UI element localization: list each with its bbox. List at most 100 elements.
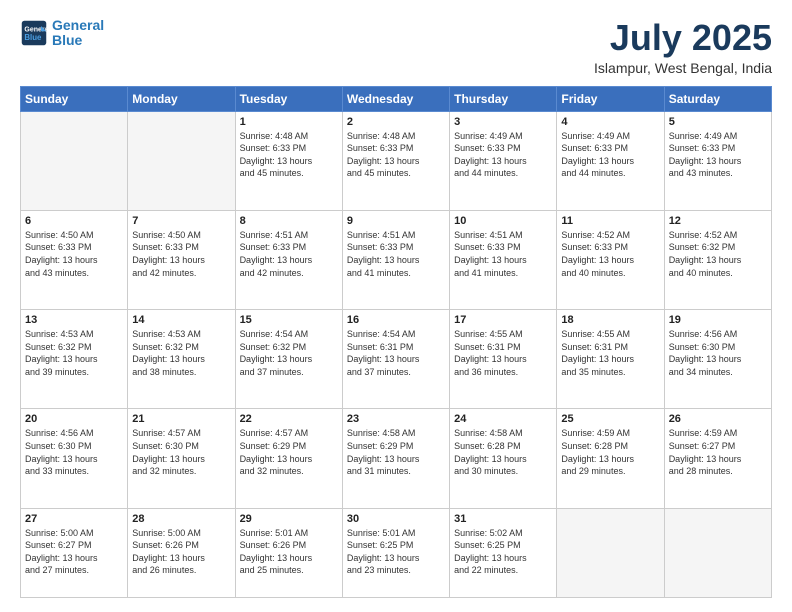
day-number: 1 bbox=[240, 116, 338, 128]
day-number: 30 bbox=[347, 513, 445, 525]
day-detail: Sunrise: 4:58 AM Sunset: 6:28 PM Dayligh… bbox=[454, 427, 552, 477]
calendar-table: SundayMondayTuesdayWednesdayThursdayFrid… bbox=[20, 86, 772, 598]
day-detail: Sunrise: 4:57 AM Sunset: 6:30 PM Dayligh… bbox=[132, 427, 230, 477]
day-detail: Sunrise: 4:59 AM Sunset: 6:28 PM Dayligh… bbox=[561, 427, 659, 477]
empty-cell bbox=[557, 508, 664, 597]
week-row-3: 13Sunrise: 4:53 AM Sunset: 6:32 PM Dayli… bbox=[21, 310, 772, 409]
day-number: 17 bbox=[454, 314, 552, 326]
day-number: 8 bbox=[240, 215, 338, 227]
day-number: 9 bbox=[347, 215, 445, 227]
day-detail: Sunrise: 5:02 AM Sunset: 6:25 PM Dayligh… bbox=[454, 527, 552, 577]
day-cell-17: 17 Sunrise: 4:55 AM Sunset: 6:31 PM Dayli… bbox=[450, 310, 557, 409]
day-cell-29: 29 Sunrise: 5:01 AM Sunset: 6:26 PM Dayli… bbox=[235, 508, 342, 597]
day-number: 16 bbox=[347, 314, 445, 326]
day-number: 12 bbox=[669, 215, 767, 227]
day-number: 2 bbox=[347, 116, 445, 128]
day-number: 6 bbox=[25, 215, 123, 227]
title-block: July 2025 Islampur, West Bengal, India bbox=[594, 18, 772, 76]
day-number: 4 bbox=[561, 116, 659, 128]
day-number: 21 bbox=[132, 413, 230, 425]
day-number: 20 bbox=[25, 413, 123, 425]
day-cell-18: 18 Sunrise: 4:55 AM Sunset: 6:31 PM Dayli… bbox=[557, 310, 664, 409]
day-detail: Sunrise: 4:51 AM Sunset: 6:33 PM Dayligh… bbox=[240, 229, 338, 279]
logo: General Blue General Blue bbox=[20, 18, 104, 49]
day-cell-8: 8 Sunrise: 4:51 AM Sunset: 6:33 PM Daylig… bbox=[235, 210, 342, 309]
day-detail: Sunrise: 4:59 AM Sunset: 6:27 PM Dayligh… bbox=[669, 427, 767, 477]
day-cell-9: 9 Sunrise: 4:51 AM Sunset: 6:33 PM Daylig… bbox=[342, 210, 449, 309]
day-number: 5 bbox=[669, 116, 767, 128]
day-number: 18 bbox=[561, 314, 659, 326]
day-detail: Sunrise: 4:55 AM Sunset: 6:31 PM Dayligh… bbox=[454, 328, 552, 378]
day-cell-22: 22 Sunrise: 4:57 AM Sunset: 6:29 PM Dayli… bbox=[235, 409, 342, 508]
day-detail: Sunrise: 5:00 AM Sunset: 6:27 PM Dayligh… bbox=[25, 527, 123, 577]
day-cell-16: 16Sunrise: 4:54 AM Sunset: 6:31 PM Dayli… bbox=[342, 310, 449, 409]
day-header-monday: Monday bbox=[128, 86, 235, 111]
day-detail: Sunrise: 4:56 AM Sunset: 6:30 PM Dayligh… bbox=[669, 328, 767, 378]
day-detail: Sunrise: 4:56 AM Sunset: 6:30 PM Dayligh… bbox=[25, 427, 123, 477]
day-cell-21: 21 Sunrise: 4:57 AM Sunset: 6:30 PM Dayli… bbox=[128, 409, 235, 508]
day-number: 24 bbox=[454, 413, 552, 425]
day-number: 28 bbox=[132, 513, 230, 525]
day-cell-2: 2 Sunrise: 4:48 AM Sunset: 6:33 PM Daylig… bbox=[342, 111, 449, 210]
day-detail: Sunrise: 4:49 AM Sunset: 6:33 PM Dayligh… bbox=[454, 130, 552, 180]
day-detail: Sunrise: 4:57 AM Sunset: 6:29 PM Dayligh… bbox=[240, 427, 338, 477]
day-cell-27: 27 Sunrise: 5:00 AM Sunset: 6:27 PM Dayli… bbox=[21, 508, 128, 597]
day-detail: Sunrise: 4:48 AM Sunset: 6:33 PM Dayligh… bbox=[240, 130, 338, 180]
day-cell-24: 24 Sunrise: 4:58 AM Sunset: 6:28 PM Dayli… bbox=[450, 409, 557, 508]
day-detail: Sunrise: 4:54 AM Sunset: 6:32 PM Dayligh… bbox=[240, 328, 338, 378]
logo-icon: General Blue bbox=[20, 19, 48, 47]
day-detail: Sunrise: 4:50 AM Sunset: 6:33 PM Dayligh… bbox=[132, 229, 230, 279]
day-cell-19: 19Sunrise: 4:56 AM Sunset: 6:30 PM Dayli… bbox=[664, 310, 771, 409]
day-cell-28: 28 Sunrise: 5:00 AM Sunset: 6:26 PM Dayli… bbox=[128, 508, 235, 597]
week-row-4: 20 Sunrise: 4:56 AM Sunset: 6:30 PM Dayli… bbox=[21, 409, 772, 508]
day-detail: Sunrise: 4:51 AM Sunset: 6:33 PM Dayligh… bbox=[347, 229, 445, 279]
day-detail: Sunrise: 5:01 AM Sunset: 6:26 PM Dayligh… bbox=[240, 527, 338, 577]
day-number: 7 bbox=[132, 215, 230, 227]
calendar-header-row: SundayMondayTuesdayWednesdayThursdayFrid… bbox=[21, 86, 772, 111]
day-detail: Sunrise: 4:52 AM Sunset: 6:33 PM Dayligh… bbox=[561, 229, 659, 279]
day-header-tuesday: Tuesday bbox=[235, 86, 342, 111]
day-detail: Sunrise: 4:53 AM Sunset: 6:32 PM Dayligh… bbox=[132, 328, 230, 378]
day-number: 31 bbox=[454, 513, 552, 525]
day-detail: Sunrise: 4:53 AM Sunset: 6:32 PM Dayligh… bbox=[25, 328, 123, 378]
week-row-2: 6 Sunrise: 4:50 AM Sunset: 6:33 PM Daylig… bbox=[21, 210, 772, 309]
day-number: 3 bbox=[454, 116, 552, 128]
day-number: 22 bbox=[240, 413, 338, 425]
month-title: July 2025 bbox=[594, 18, 772, 58]
day-number: 29 bbox=[240, 513, 338, 525]
day-number: 27 bbox=[25, 513, 123, 525]
svg-text:Blue: Blue bbox=[24, 33, 42, 42]
day-detail: Sunrise: 4:48 AM Sunset: 6:33 PM Dayligh… bbox=[347, 130, 445, 180]
week-row-1: 1 Sunrise: 4:48 AM Sunset: 6:33 PM Daylig… bbox=[21, 111, 772, 210]
header: General Blue General Blue July 2025 Isla… bbox=[20, 18, 772, 76]
day-cell-20: 20 Sunrise: 4:56 AM Sunset: 6:30 PM Dayli… bbox=[21, 409, 128, 508]
empty-cell bbox=[21, 111, 128, 210]
day-detail: Sunrise: 5:00 AM Sunset: 6:26 PM Dayligh… bbox=[132, 527, 230, 577]
day-cell-4: 4Sunrise: 4:49 AM Sunset: 6:33 PM Daylig… bbox=[557, 111, 664, 210]
week-row-5: 27 Sunrise: 5:00 AM Sunset: 6:27 PM Dayli… bbox=[21, 508, 772, 597]
day-detail: Sunrise: 4:52 AM Sunset: 6:32 PM Dayligh… bbox=[669, 229, 767, 279]
day-detail: Sunrise: 4:55 AM Sunset: 6:31 PM Dayligh… bbox=[561, 328, 659, 378]
location-subtitle: Islampur, West Bengal, India bbox=[594, 60, 772, 76]
page: General Blue General Blue July 2025 Isla… bbox=[0, 0, 792, 612]
day-detail: Sunrise: 5:01 AM Sunset: 6:25 PM Dayligh… bbox=[347, 527, 445, 577]
day-cell-23: 23Sunrise: 4:58 AM Sunset: 6:29 PM Dayli… bbox=[342, 409, 449, 508]
day-cell-10: 10Sunrise: 4:51 AM Sunset: 6:33 PM Dayli… bbox=[450, 210, 557, 309]
day-number: 15 bbox=[240, 314, 338, 326]
day-cell-11: 11Sunrise: 4:52 AM Sunset: 6:33 PM Dayli… bbox=[557, 210, 664, 309]
day-header-friday: Friday bbox=[557, 86, 664, 111]
day-detail: Sunrise: 4:58 AM Sunset: 6:29 PM Dayligh… bbox=[347, 427, 445, 477]
empty-cell bbox=[664, 508, 771, 597]
day-cell-3: 3 Sunrise: 4:49 AM Sunset: 6:33 PM Daylig… bbox=[450, 111, 557, 210]
day-cell-25: 25Sunrise: 4:59 AM Sunset: 6:28 PM Dayli… bbox=[557, 409, 664, 508]
day-cell-12: 12 Sunrise: 4:52 AM Sunset: 6:32 PM Dayli… bbox=[664, 210, 771, 309]
day-header-thursday: Thursday bbox=[450, 86, 557, 111]
day-cell-7: 7 Sunrise: 4:50 AM Sunset: 6:33 PM Daylig… bbox=[128, 210, 235, 309]
day-detail: Sunrise: 4:49 AM Sunset: 6:33 PM Dayligh… bbox=[669, 130, 767, 180]
day-cell-30: 30 Sunrise: 5:01 AM Sunset: 6:25 PM Dayli… bbox=[342, 508, 449, 597]
day-header-wednesday: Wednesday bbox=[342, 86, 449, 111]
day-detail: Sunrise: 4:50 AM Sunset: 6:33 PM Dayligh… bbox=[25, 229, 123, 279]
day-cell-5: 5 Sunrise: 4:49 AM Sunset: 6:33 PM Daylig… bbox=[664, 111, 771, 210]
day-cell-6: 6 Sunrise: 4:50 AM Sunset: 6:33 PM Daylig… bbox=[21, 210, 128, 309]
day-header-sunday: Sunday bbox=[21, 86, 128, 111]
